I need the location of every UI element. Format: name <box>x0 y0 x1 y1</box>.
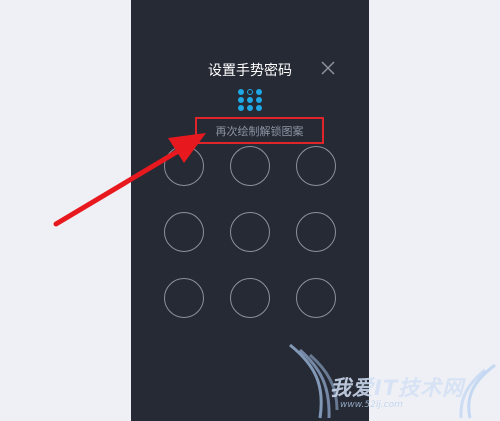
watermark-text: 我爱IT技术网 <box>330 376 465 400</box>
watermark-url: www.52ij.com <box>340 400 403 410</box>
